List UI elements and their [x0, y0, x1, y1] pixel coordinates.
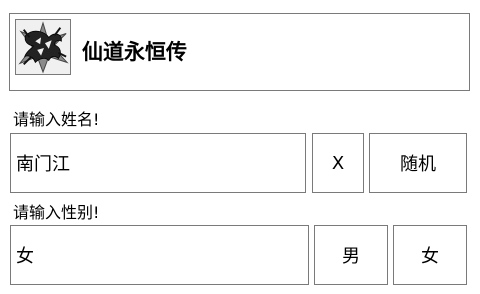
- female-button[interactable]: 女: [393, 225, 467, 285]
- male-button-label: 男: [342, 246, 360, 267]
- name-input-value: 南门江: [16, 154, 70, 175]
- clear-name-button[interactable]: X: [312, 133, 364, 193]
- male-button[interactable]: 男: [314, 225, 388, 285]
- game-header: 仙道永恒传: [9, 13, 470, 91]
- gender-input[interactable]: 女: [10, 225, 309, 285]
- random-name-button[interactable]: 随机: [369, 133, 467, 193]
- female-button-label: 女: [421, 246, 439, 267]
- gender-input-value: 女: [16, 246, 34, 267]
- random-name-button-label: 随机: [400, 154, 436, 175]
- dragon-emblem-icon: [15, 19, 71, 75]
- name-prompt-label: 请输入姓名!: [13, 110, 100, 129]
- gender-prompt-label: 请输入性别!: [13, 203, 100, 222]
- dragon-emblem-graphic: [16, 20, 70, 74]
- app-title: 仙道永恒传: [82, 40, 187, 64]
- clear-name-button-label: X: [331, 152, 345, 174]
- name-input[interactable]: 南门江: [10, 133, 306, 193]
